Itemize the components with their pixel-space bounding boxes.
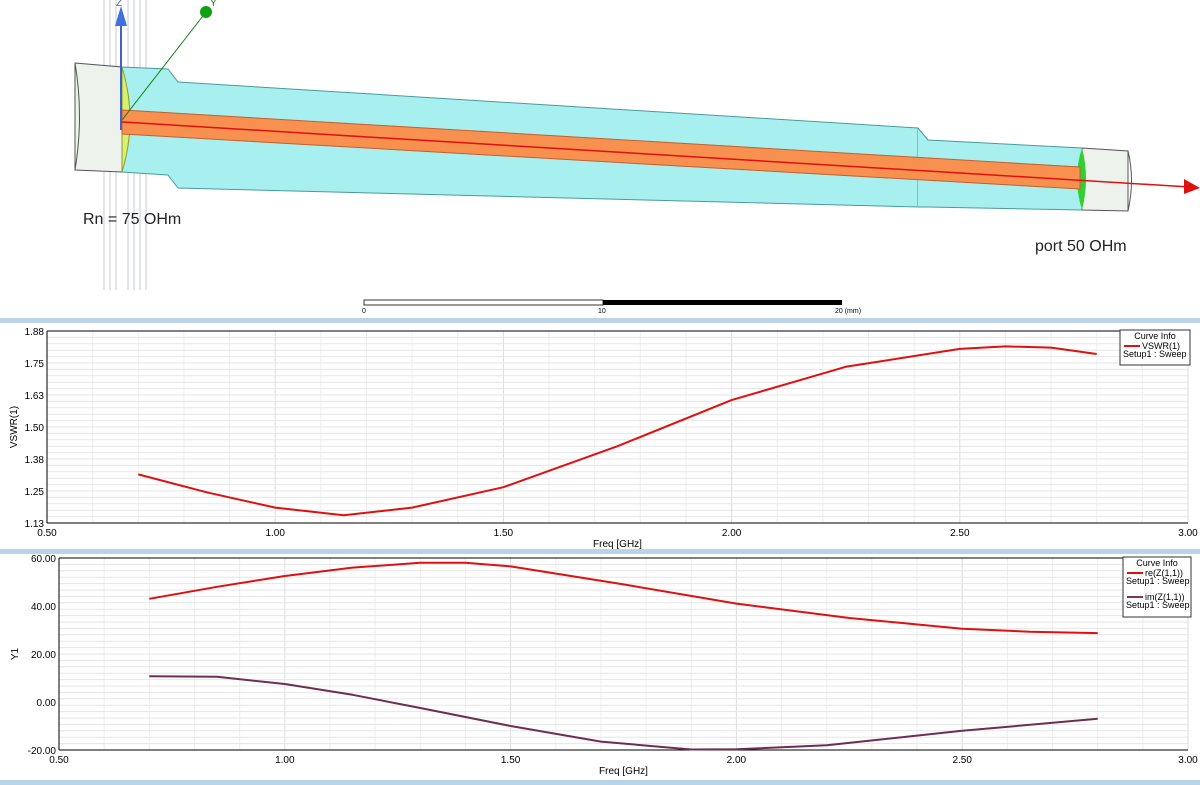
svg-text:10: 10 xyxy=(598,308,606,315)
series-line-VSWR(1) xyxy=(138,345,1097,517)
svg-text:0: 0 xyxy=(362,308,366,315)
y-tick-label: 1.88 xyxy=(25,327,45,338)
port-impedance-label: port 50 OHm xyxy=(1035,238,1127,255)
x-tick-label: 2.50 xyxy=(950,528,970,539)
legend-entry-sub: Setup1 : Sweep xyxy=(1123,349,1187,359)
3d-model-view[interactable]: Z Y 0 10 20 (mm) Rn = 75 OHm port 50 OHm xyxy=(0,0,1200,318)
y-axis-label: Y xyxy=(210,0,217,9)
scale-bar: 0 10 20 (mm) xyxy=(362,299,861,315)
y-tick-label: 1.38 xyxy=(25,455,45,466)
y-tick-label: 20.00 xyxy=(31,650,56,661)
panel-divider xyxy=(0,780,1200,785)
series-line-im(Z(1,1)) xyxy=(149,675,1098,751)
x-axis-label: Freq [GHz] xyxy=(593,539,642,549)
y-tick-label: 1.75 xyxy=(25,359,45,370)
y-tick-label: -20.00 xyxy=(28,746,57,757)
series-line-re(Z(1,1)) xyxy=(149,561,1098,635)
x-tick-label: 2.50 xyxy=(952,755,972,766)
impedance-plot-panel[interactable]: 0.50 1.00 1.50 2.00 2.50 3.00 -20.00 0.00 20.00 4… xyxy=(0,554,1200,780)
y-axis-label: Y1 xyxy=(10,647,21,660)
x-tick-label: 2.00 xyxy=(722,528,742,539)
legend-title: Curve Info xyxy=(1134,331,1176,341)
x-tick-label: 1.50 xyxy=(494,528,514,539)
y-tick-label: 1.50 xyxy=(25,423,45,434)
x-tick-label: 3.00 xyxy=(1178,755,1198,766)
y-tick-label: 40.00 xyxy=(31,602,56,613)
source-impedance-label: Rn = 75 OHm xyxy=(83,211,182,228)
legend-entry-sub: Setup1 : Sweep xyxy=(1126,576,1190,586)
y-tick-label: 1.63 xyxy=(25,391,45,402)
x-axis-arrow-icon xyxy=(1184,179,1200,194)
x-tick-label: 1.50 xyxy=(501,755,521,766)
y-tick-label: 0.00 xyxy=(37,698,57,709)
y-tick-label: 60.00 xyxy=(31,554,56,565)
x-tick-label: 1.00 xyxy=(265,528,285,539)
y-axis-label: VSWR(1) xyxy=(9,406,20,448)
y-tick-label: 1.13 xyxy=(25,519,45,530)
z-axis-arrow-icon xyxy=(115,6,127,26)
svg-text:20 (mm): 20 (mm) xyxy=(835,308,861,315)
vswr-plot-panel[interactable]: 0.50 1.00 1.50 2.00 2.50 3.00 1.13 1.25 1.38 1.50… xyxy=(0,323,1200,550)
coax-model: Z Y 0 10 20 (mm) xyxy=(74,0,1200,315)
x-tick-label: 3.00 xyxy=(1178,528,1198,539)
x-axis-label: Freq [GHz] xyxy=(599,766,648,777)
x-tick-label: 1.00 xyxy=(275,755,295,766)
legend-title: Curve Info xyxy=(1136,558,1178,568)
x-tick-label: 2.00 xyxy=(727,755,747,766)
z-axis-label: Z xyxy=(116,0,122,9)
legend-entry-sub: Setup1 : Sweep xyxy=(1126,600,1190,610)
y-tick-label: 1.25 xyxy=(25,487,45,498)
